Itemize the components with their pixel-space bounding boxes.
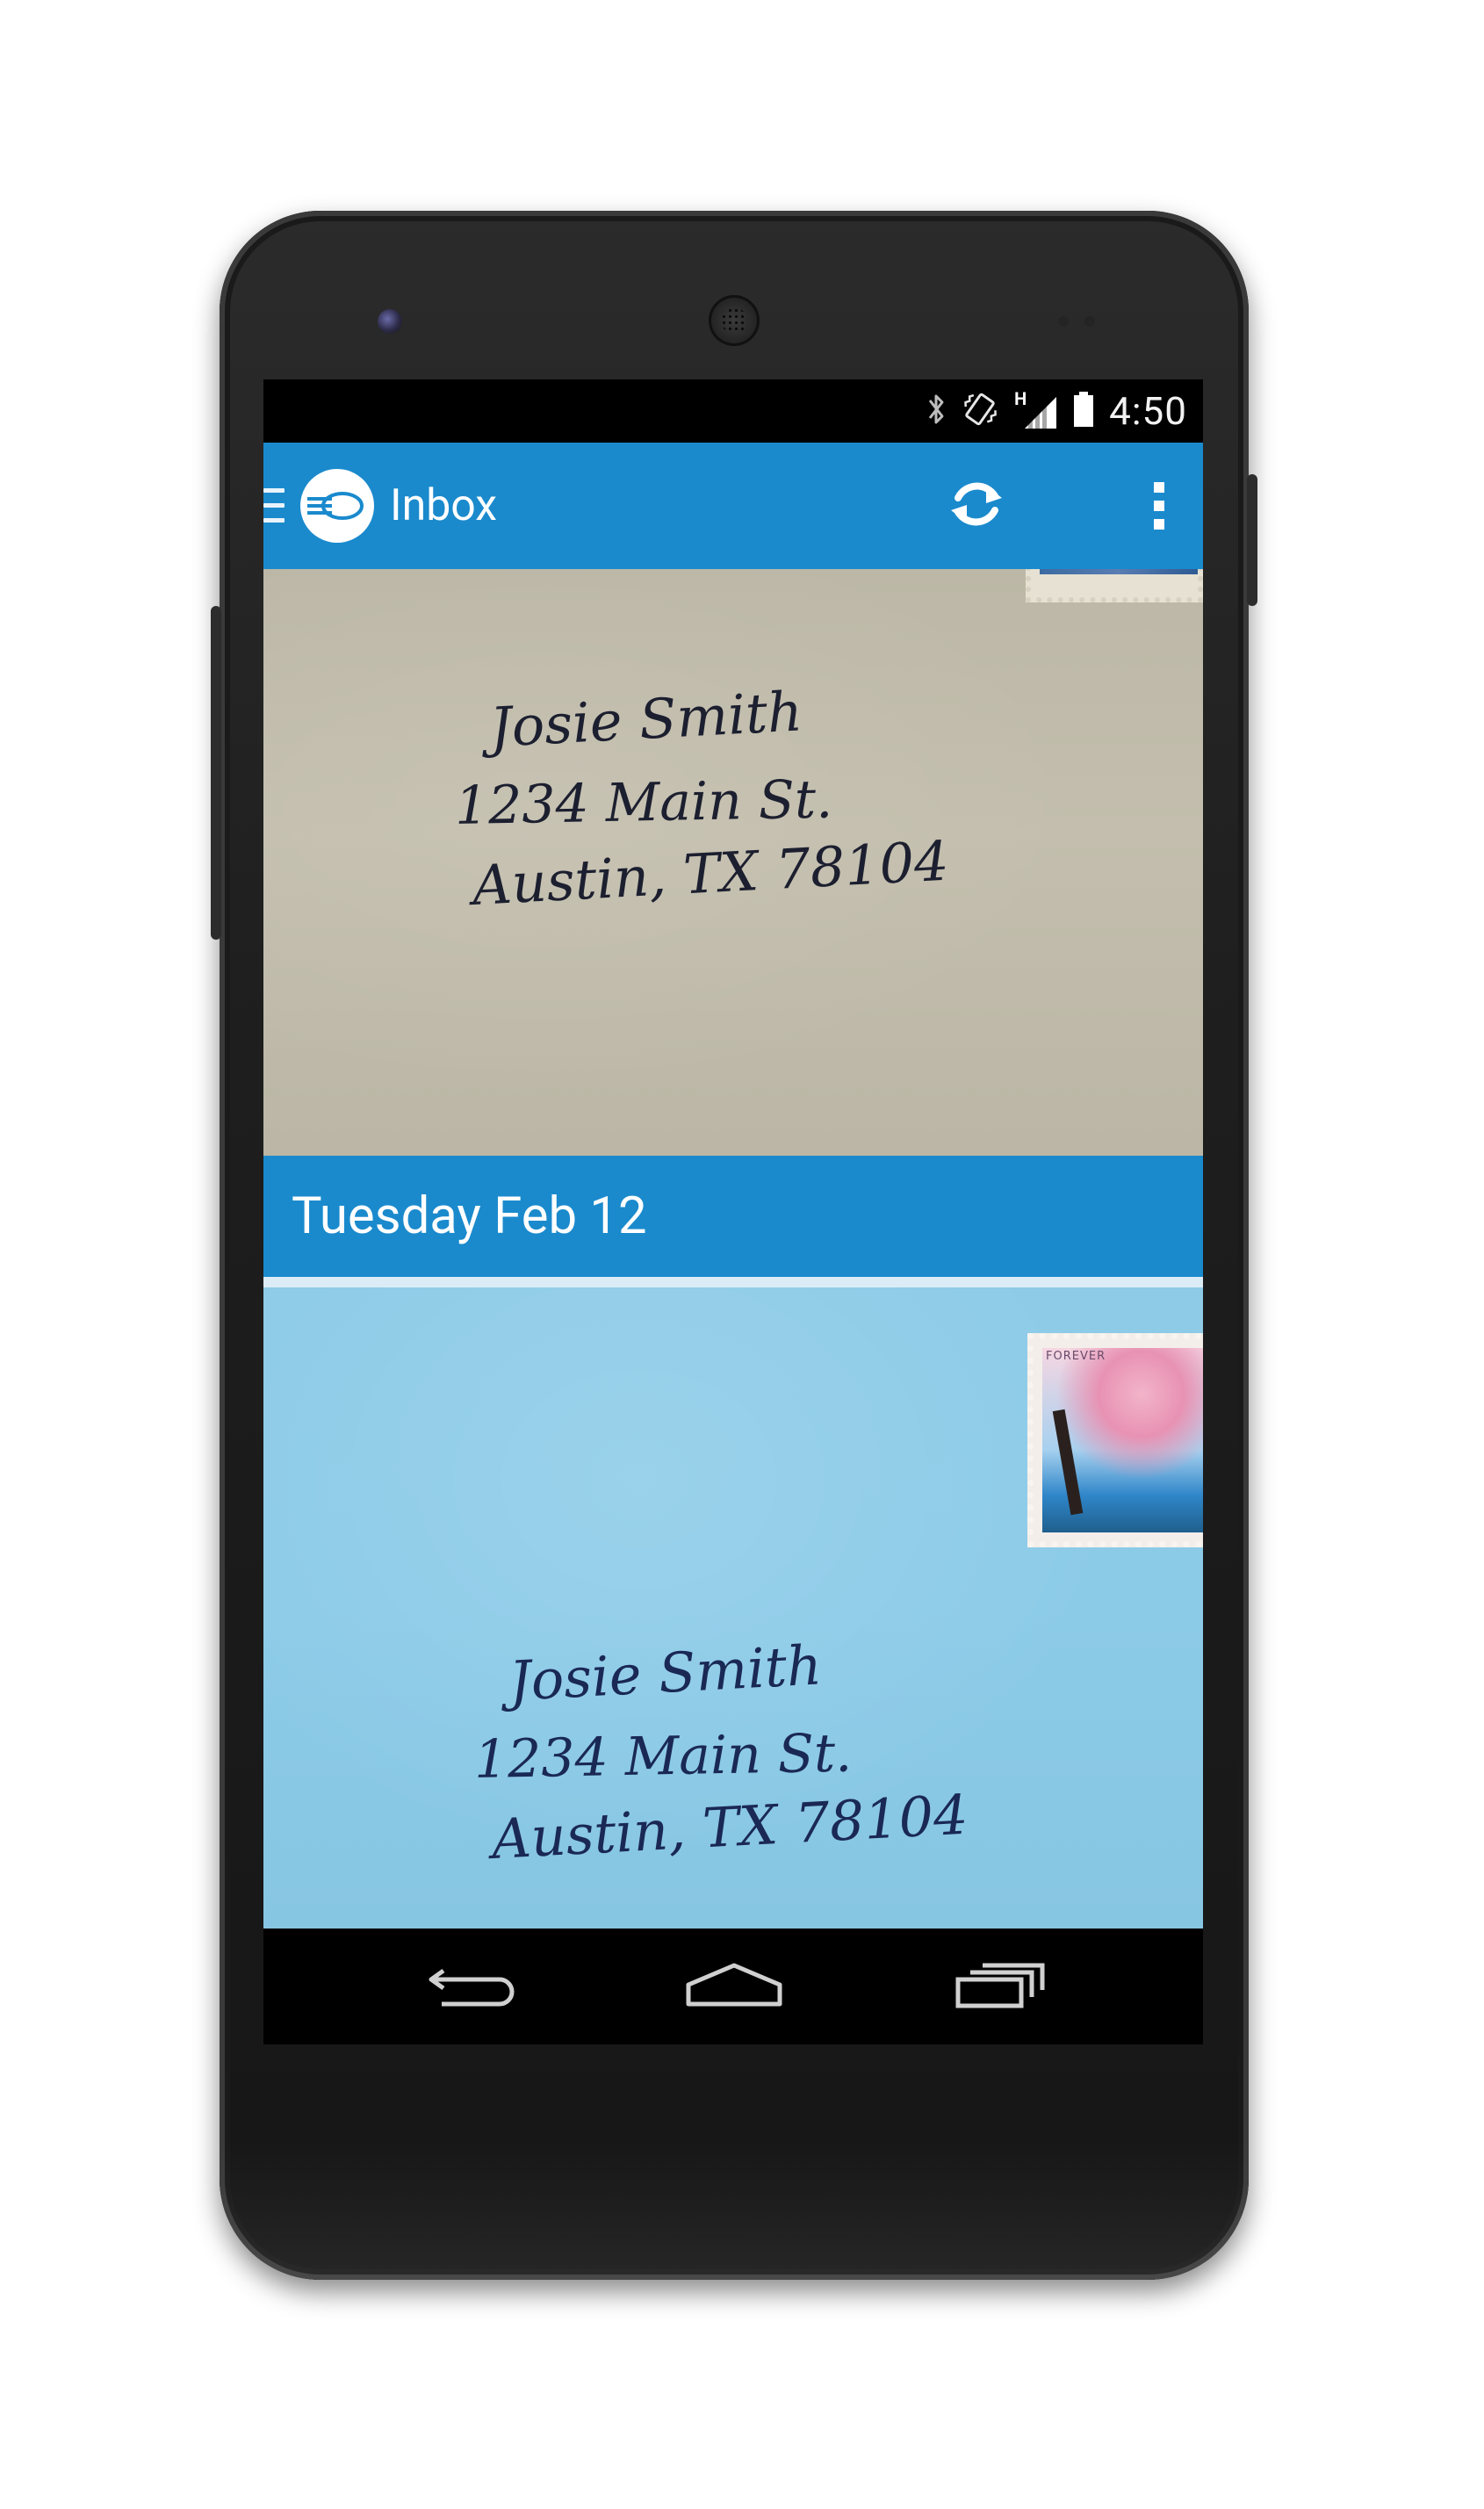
home-button[interactable] (681, 1955, 787, 2018)
light-sensor (1084, 316, 1095, 327)
recent-apps-icon (951, 1958, 1048, 2015)
clock: 4:50 (1109, 388, 1187, 434)
vibrate-icon (960, 389, 1000, 433)
navigation-bar (263, 1929, 1203, 2044)
earpiece-speaker (709, 295, 760, 346)
stamp-label: FOREVER (1046, 1350, 1106, 1363)
overflow-dot (1154, 501, 1164, 511)
recipient-name: Josie Smith (488, 679, 804, 760)
app-home-button[interactable]: Inbox (263, 443, 509, 569)
screen: H 4:50 Inbox Josie Smith 1234 Main St. A… (263, 379, 1203, 2044)
power-button (1247, 474, 1257, 606)
stamp-image: FOREVER (1027, 1333, 1203, 1547)
overflow-menu-button[interactable] (1142, 471, 1177, 541)
action-bar: Inbox (263, 443, 1203, 569)
stamp-image (1026, 569, 1203, 602)
recipient-city: Austin, TX 78104 (471, 828, 951, 918)
recipient-city: Austin, TX 78104 (490, 1782, 970, 1871)
battery-icon (1072, 390, 1095, 432)
volume-button (211, 606, 221, 940)
app-logo-icon (300, 469, 374, 543)
date-header: Tuesday Feb 12 (263, 1156, 1203, 1277)
signal-icon: H (1014, 388, 1058, 430)
recipient-name: Josie Smith (508, 1633, 824, 1713)
mail-item[interactable]: FOREVER Josie Smith 1234 Main St. Austin… (263, 1287, 1203, 1929)
back-icon (424, 1958, 521, 2015)
refresh-button[interactable] (941, 471, 1012, 541)
overflow-dot (1154, 482, 1164, 493)
recipient-street: 1234 Main St. (454, 768, 833, 837)
drawer-icon (263, 488, 285, 523)
overflow-dot (1154, 519, 1164, 530)
mail-item[interactable]: Josie Smith 1234 Main St. Austin, TX 781… (263, 569, 1203, 1156)
page-title: Inbox (390, 480, 498, 531)
envelope-address: Josie Smith 1234 Main St. Austin, TX 781… (473, 1633, 969, 1871)
inbox-list: Josie Smith 1234 Main St. Austin, TX 781… (263, 569, 1203, 1929)
envelope-address: Josie Smith 1234 Main St. Austin, TX 781… (454, 679, 950, 918)
home-icon (681, 1958, 787, 2015)
proximity-sensor (1058, 316, 1069, 327)
status-bar: H 4:50 (263, 379, 1203, 443)
recipient-street: 1234 Main St. (473, 1722, 853, 1791)
divider (263, 1277, 1203, 1287)
front-camera (378, 309, 402, 334)
bluetooth-icon (926, 392, 946, 430)
refresh-icon (946, 473, 1007, 538)
date-label: Tuesday Feb 12 (292, 1186, 647, 1246)
back-button[interactable] (420, 1955, 525, 2018)
recent-apps-button[interactable] (947, 1955, 1052, 2018)
